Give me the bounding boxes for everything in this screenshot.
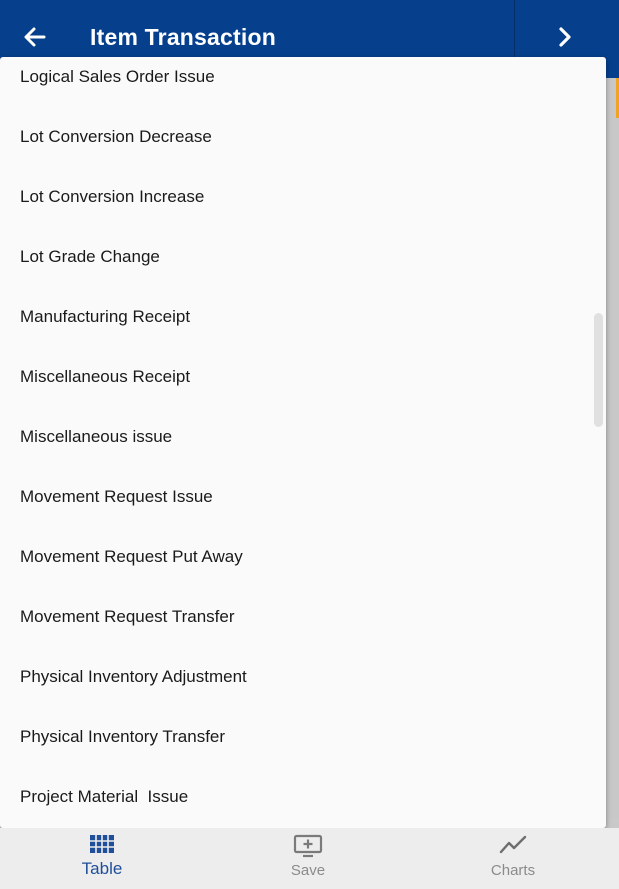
dropdown-option[interactable]: Physical Inventory Adjustment [20, 657, 247, 697]
dropdown-option[interactable]: Logical Sales Order Issue [20, 57, 215, 97]
dropdown-option[interactable]: Miscellaneous issue [20, 417, 172, 457]
bottom-nav: Table Save Charts [0, 828, 619, 889]
dropdown-option[interactable]: Movement Request Transfer [20, 597, 234, 637]
dropdown-option[interactable]: Miscellaneous Receipt [20, 357, 190, 397]
nav-tab-table-label: Table [81, 859, 123, 878]
dropdown-option[interactable]: Lot Conversion Increase [20, 177, 204, 217]
dropdown-scrollbar[interactable] [594, 313, 603, 427]
nav-tab-charts-label: Charts [490, 862, 536, 879]
dropdown-option[interactable]: Movement Request Issue [20, 477, 213, 517]
dropdown-option[interactable]: Lot Conversion Decrease [20, 117, 212, 157]
background-strip [606, 78, 619, 818]
nav-tab-charts[interactable]: Charts [453, 828, 573, 889]
dropdown-option[interactable]: Movement Request Put Away [20, 537, 243, 577]
chevron-right-icon [559, 27, 571, 47]
nav-tab-table[interactable]: Table [42, 828, 162, 889]
nav-tab-save-label: Save [290, 862, 326, 879]
nav-tab-save[interactable]: Save [248, 828, 368, 889]
page-title: Item Transaction [90, 24, 276, 50]
dropdown-option[interactable]: Project Material Issue [20, 777, 188, 817]
transaction-type-dropdown[interactable]: Logical Sales Order Issue Lot Conversion… [0, 57, 606, 828]
back-button[interactable] [20, 22, 50, 52]
dropdown-option[interactable]: Manufacturing Receipt [20, 297, 190, 337]
grid-table-icon [90, 835, 114, 853]
arrow-left-icon [24, 27, 46, 47]
forward-button[interactable] [550, 22, 580, 52]
monitor-add-icon [293, 834, 323, 858]
dropdown-option[interactable]: Physical Inventory Transfer [20, 717, 225, 757]
line-chart-icon [499, 835, 527, 854]
dropdown-option[interactable]: Lot Grade Change [20, 237, 160, 277]
